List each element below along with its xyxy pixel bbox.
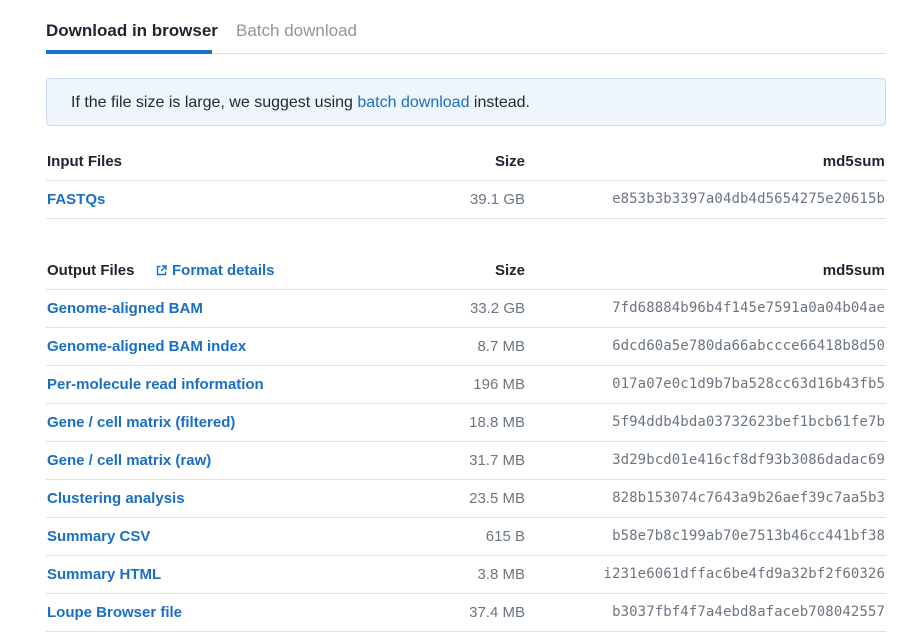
tab-batch-download[interactable]: Batch download [236,21,357,41]
file-md5: b3037fbf4f7a4ebd8afaceb708042557 [612,604,885,620]
table-row: Gene / cell matrix (filtered) 18.8 MB 5f… [46,404,886,442]
header-size: Size [494,153,525,170]
large-file-notice: If the file size is large, we suggest us… [46,78,886,126]
table-row: FASTQs 39.1 GB e853b3b3397a04db4d5654275… [46,181,886,219]
file-link[interactable]: Genome-aligned BAM [47,290,203,327]
header-input-files: Input Files [47,153,122,170]
active-tab-indicator [46,50,212,54]
file-link[interactable]: Gene / cell matrix (raw) [47,442,211,479]
table-row: Loupe Browser file 37.4 MB b3037fbf4f7a4… [46,594,886,632]
header-size: Size [494,262,525,279]
file-md5: i231e6061dffac6be4fd9a32bf2f60326 [603,566,885,582]
header-output-files: Output Files [47,262,135,279]
file-link[interactable]: Summary CSV [47,518,150,555]
notice-text-before: If the file size is large, we suggest us… [71,94,358,111]
table-row: Summary HTML 3.8 MB i231e6061dffac6be4fd… [46,556,886,594]
file-md5: 6dcd60a5e780da66abccce66418b8d50 [612,338,885,354]
file-md5: 7fd68884b96b4f145e7591a0a04b04ae [612,300,885,316]
table-header-row: Output Files Format details Size md5sum [46,253,886,290]
file-size: 31.7 MB [469,452,525,469]
batch-download-link[interactable]: batch download [357,94,469,111]
notice-text: If the file size is large, we suggest us… [71,93,530,113]
file-size: 39.1 GB [469,191,525,208]
file-link[interactable]: FASTQs [47,181,105,218]
table-row: Summary CSV 615 B b58e7b8c199ab70e7513b4… [46,518,886,556]
file-size: 615 B [485,528,525,545]
tab-download-in-browser[interactable]: Download in browser [46,21,218,41]
file-size: 196 MB [473,376,525,393]
file-size: 18.8 MB [469,414,525,431]
table-row: Clustering analysis 23.5 MB 828b153074c7… [46,480,886,518]
external-link-icon [156,265,167,276]
notice-text-after: instead. [469,94,530,111]
file-size: 23.5 MB [469,490,525,507]
file-md5: 3d29bcd01e416cf8df93b3086dadac69 [612,452,885,468]
download-tabs: Download in browser Batch download [46,0,886,54]
file-link[interactable]: Summary HTML [47,556,161,593]
input-files-table: Input Files Size md5sum FASTQs 39.1 GB e… [46,144,886,219]
file-md5: e853b3b3397a04db4d5654275e20615b [612,191,885,207]
header-md5sum: md5sum [822,153,885,170]
table-row: Genome-aligned BAM index 8.7 MB 6dcd60a5… [46,328,886,366]
file-size: 33.2 GB [469,300,525,317]
file-link[interactable]: Gene / cell matrix (filtered) [47,404,235,441]
file-md5: 828b153074c7643a9b26aef39c7aa5b3 [612,490,885,506]
output-files-table: Output Files Format details Size md5sum … [46,253,886,632]
format-details-label: Format details [172,262,275,279]
table-row: Gene / cell matrix (raw) 31.7 MB 3d29bcd… [46,442,886,480]
table-header-row: Input Files Size md5sum [46,144,886,181]
file-link[interactable]: Clustering analysis [47,480,185,517]
file-md5: 017a07e0c1d9b7ba528cc63d16b43fb5 [612,376,885,392]
table-row: Genome-aligned BAM 33.2 GB 7fd68884b96b4… [46,290,886,328]
file-size: 3.8 MB [477,566,525,583]
file-md5: 5f94ddb4bda03732623bef1bcb61fe7b [612,414,885,430]
file-link[interactable]: Genome-aligned BAM index [47,328,246,365]
header-md5sum: md5sum [822,262,885,279]
file-size: 37.4 MB [469,604,525,621]
file-size: 8.7 MB [477,338,525,355]
download-panel: Download in browser Batch download If th… [46,0,886,632]
file-link[interactable]: Per-molecule read information [47,366,264,403]
file-md5: b58e7b8c199ab70e7513b46cc441bf38 [612,528,885,544]
file-link[interactable]: Loupe Browser file [47,594,182,631]
format-details-link[interactable]: Format details [156,253,275,289]
table-row: Per-molecule read information 196 MB 017… [46,366,886,404]
